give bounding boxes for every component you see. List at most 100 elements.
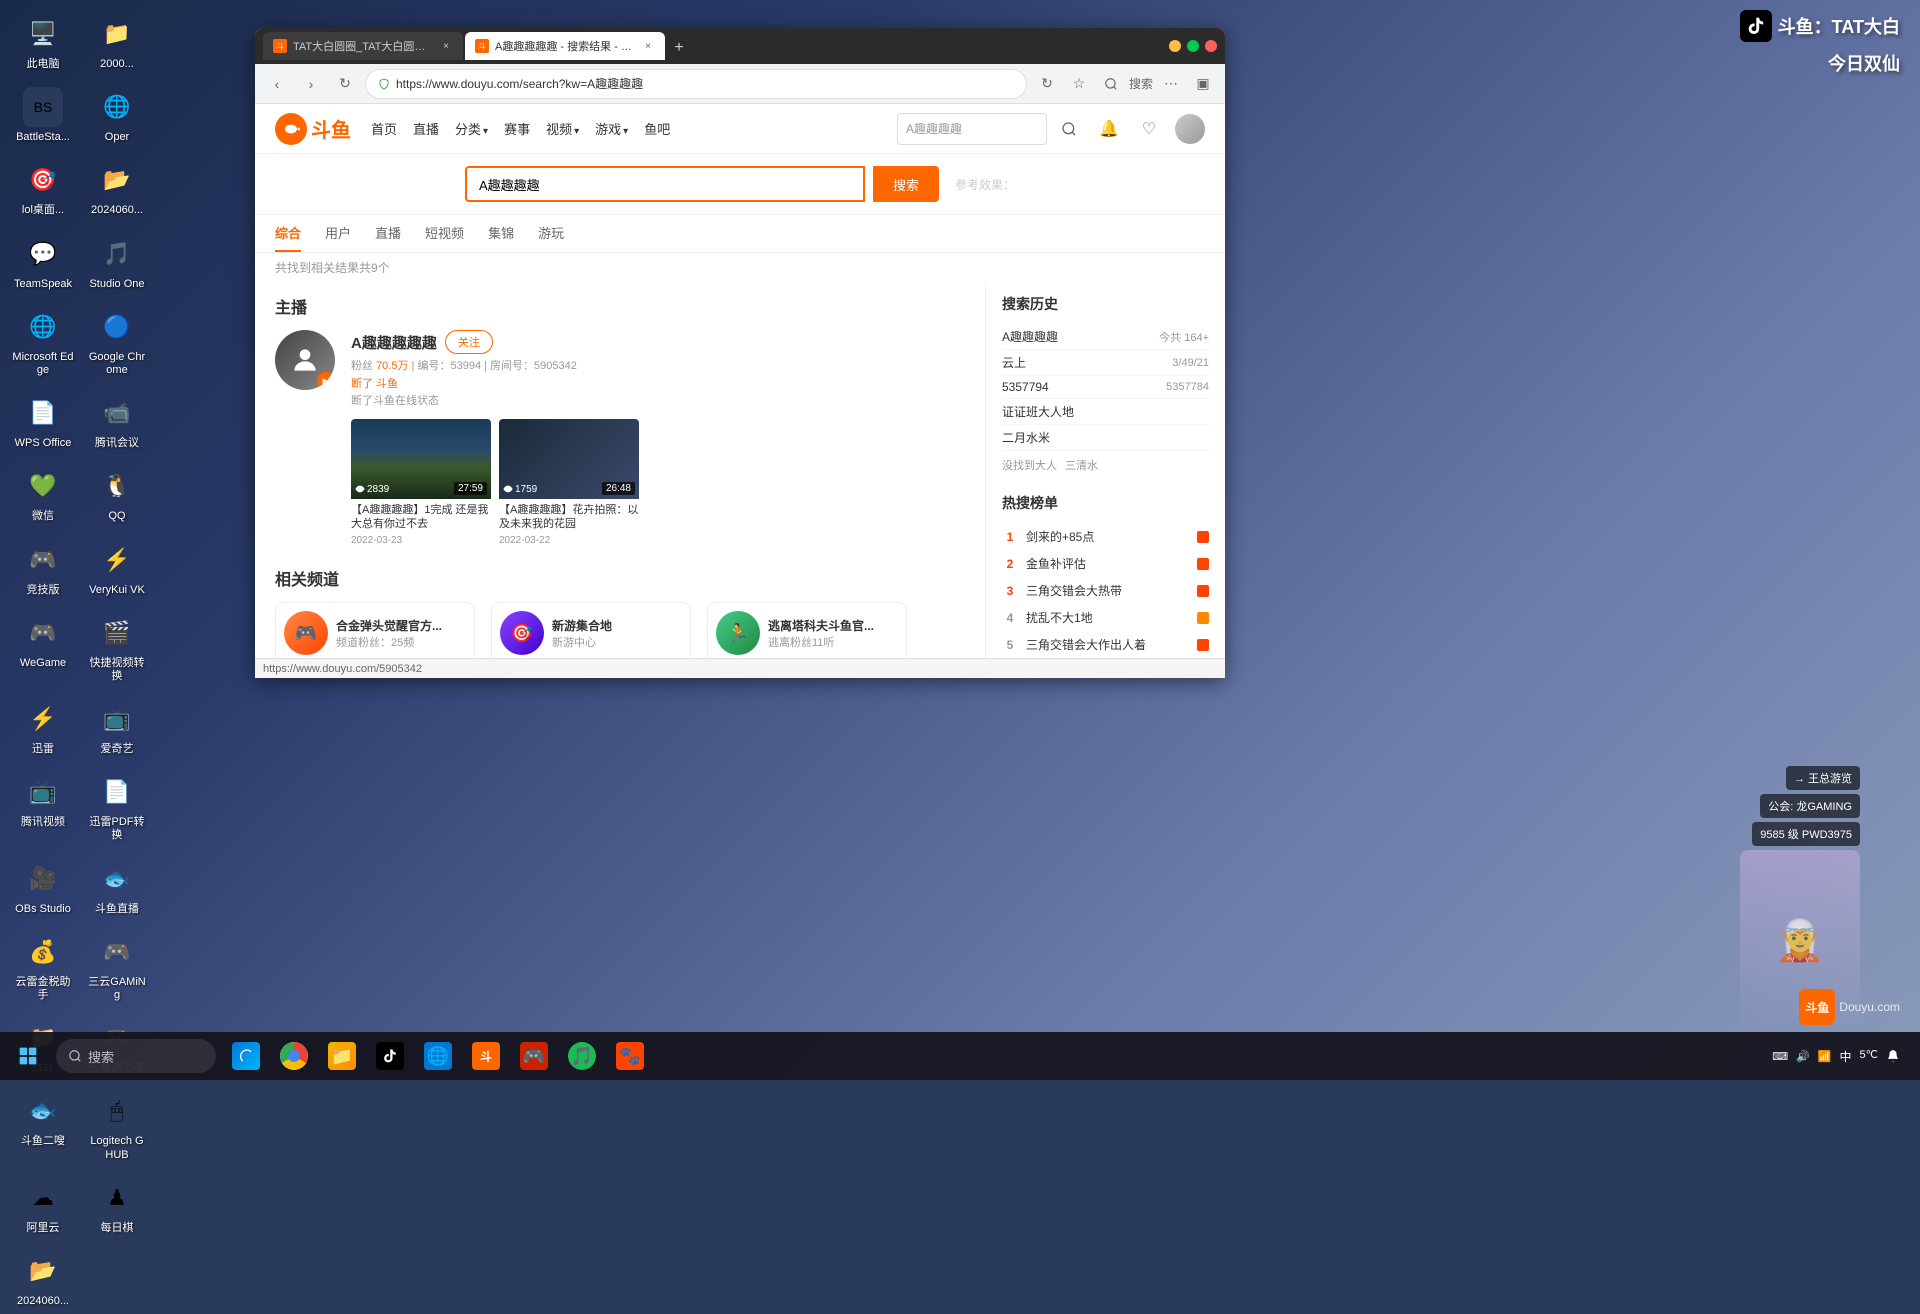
taskbar-app-orange1[interactable]: 斗 xyxy=(464,1034,508,1078)
tab-highlights[interactable]: 集锦 xyxy=(488,223,514,252)
rank-item-4[interactable]: 4 扰乱不大1地 xyxy=(1002,604,1209,631)
taskbar-search[interactable]: 搜索 xyxy=(56,1039,216,1073)
desktop-icon-folder2[interactable]: 📂 2024060... xyxy=(82,154,152,223)
toolbar-refresh-btn[interactable]: ↻ xyxy=(1033,70,1061,98)
desktop-icon-battlestate[interactable]: BS BattleSta... xyxy=(8,81,78,150)
nav-events[interactable]: 赛事 xyxy=(504,119,530,138)
taskbar-app-edge[interactable] xyxy=(224,1034,268,1078)
toolbar-menu-btn[interactable]: ⋯ xyxy=(1157,70,1185,98)
history-clear-partial[interactable]: 没找到大人 xyxy=(1002,457,1057,473)
taskbar-keyboard-icon[interactable]: ⌨ xyxy=(1772,1050,1788,1063)
close-button[interactable] xyxy=(1205,40,1217,52)
taskbar-network-icon[interactable]: 📶 xyxy=(1818,1050,1832,1063)
notification-icon[interactable]: 🔔 xyxy=(1095,115,1123,143)
streamer-name[interactable]: A趣趣趣趣趣 xyxy=(351,332,437,353)
rank-item-5[interactable]: 5 三角交错会大作出人着 xyxy=(1002,631,1209,658)
history-item-1[interactable]: A趣趣趣趣 今共 164+ xyxy=(1002,324,1209,350)
desktop-icon-tencent-meeting[interactable]: 📹 腾讯会议 xyxy=(82,387,152,456)
search-text[interactable]: 搜索 xyxy=(1129,75,1153,92)
tab2-close[interactable]: × xyxy=(641,39,655,53)
taskbar-app-tiktok[interactable] xyxy=(368,1034,412,1078)
taskbar-app-misc[interactable]: 🐾 xyxy=(608,1034,652,1078)
desktop-icon-opera[interactable]: 🌐 Oper xyxy=(82,81,152,150)
tab1-close[interactable]: × xyxy=(439,39,453,53)
new-tab-button[interactable]: + xyxy=(667,36,691,60)
history-item-2[interactable]: 云上 3/49/21 xyxy=(1002,350,1209,376)
taskbar-volume-icon[interactable]: 🔊 xyxy=(1796,1050,1810,1063)
history-clear-all[interactable]: 三清水 xyxy=(1065,457,1098,473)
taskbar-app-music[interactable]: 🎵 xyxy=(560,1034,604,1078)
desktop-icon-tax[interactable]: 💰 云雷金税助手 xyxy=(8,926,78,1008)
history-item-5[interactable]: 二月水米 xyxy=(1002,425,1209,451)
desktop-icon-aliyun[interactable]: ☁ 阿里云 xyxy=(8,1172,78,1241)
channel-card-3[interactable]: 🏃 逃离塔科夫斗鱼官... 逃离粉丝11听 xyxy=(707,602,907,658)
video-thumb-2[interactable]: 1759 26:48 【A趣趣趣趣】花卉拍照：以及未来我的花园 2022-03-… xyxy=(499,419,639,547)
desktop-icon-douyu-live[interactable]: 🐟 斗鱼直播 xyxy=(82,853,152,922)
maximize-button[interactable] xyxy=(1187,40,1199,52)
desktop-icon-lol[interactable]: 🎯 lol桌面... xyxy=(8,154,78,223)
nav-category[interactable]: 分类 xyxy=(455,119,488,138)
minimize-button[interactable] xyxy=(1169,40,1181,52)
desktop-icon-folder1[interactable]: 📁 2000... xyxy=(82,8,152,77)
follow-button[interactable]: 关注 xyxy=(445,330,493,354)
desktop-icon-game1[interactable]: 🎮 竞技版 xyxy=(8,534,78,603)
search-icon[interactable] xyxy=(1055,115,1083,143)
heart-icon[interactable]: ♡ xyxy=(1135,115,1163,143)
desktop-icon-gaming[interactable]: 🎮 三云GAMiNg xyxy=(82,926,152,1008)
toolbar-search-btn[interactable] xyxy=(1097,70,1125,98)
tab-comprehensive[interactable]: 综合 xyxy=(275,223,301,252)
desktop-icon-douyu2[interactable]: 🐟 斗鱼二嗖 xyxy=(8,1085,78,1167)
nav-games[interactable]: 游戏 xyxy=(595,119,628,138)
douyu-search-input[interactable] xyxy=(897,113,1047,145)
desktop-icon-computer[interactable]: 🖥️ 此电脑 xyxy=(8,8,78,77)
nav-video[interactable]: 视频 xyxy=(546,119,579,138)
channel-card-2[interactable]: 🎯 新游集合地 新游中心 xyxy=(491,602,691,658)
desktop-icon-chrome[interactable]: 🔵 Google Chrome xyxy=(82,301,152,383)
streamer-avatar[interactable]: ▶ xyxy=(275,330,335,390)
main-search-input[interactable] xyxy=(465,166,865,202)
rank-item-1[interactable]: 1 剑来的+85点 xyxy=(1002,523,1209,550)
desktop-icon-verykui[interactable]: ⚡ VeryKui VK xyxy=(82,534,152,603)
rank-item-3[interactable]: 3 三角交错会大热带 xyxy=(1002,577,1209,604)
desktop-icon-folder3[interactable]: 📂 2024060... xyxy=(8,1245,78,1314)
desktop-icon-edge[interactable]: 🌐 Microsoft Edge xyxy=(8,301,78,383)
taskbar-notification-btn[interactable] xyxy=(1886,1049,1900,1063)
taskbar-app-files[interactable]: 📁 xyxy=(320,1034,364,1078)
search-submit-button[interactable]: 搜索 xyxy=(873,166,939,202)
refresh-button[interactable]: ↻ xyxy=(331,70,359,98)
desktop-icon-daily-chess[interactable]: ♟ 每日棋 xyxy=(82,1172,152,1241)
desktop-icon-wegame[interactable]: 🎮 WeGame xyxy=(8,607,78,689)
start-button[interactable] xyxy=(8,1036,48,1076)
tab-short-video[interactable]: 短视频 xyxy=(425,223,464,252)
desktop-icon-video-convert[interactable]: 🎬 快捷视频转换 xyxy=(82,607,152,689)
nav-live[interactable]: 直播 xyxy=(413,119,439,138)
forward-button[interactable]: › xyxy=(297,70,325,98)
channel-card-1[interactable]: 🎮 合金弹头觉醒官方... 频道粉丝：25频 xyxy=(275,602,475,658)
nav-home[interactable]: 首页 xyxy=(371,119,397,138)
taskbar-ime-icon[interactable]: 中 xyxy=(1840,1048,1852,1065)
desktop-icon-tencent-video[interactable]: 📺 腾讯视频 xyxy=(8,766,78,848)
video-thumb-1[interactable]: 2839 27:59 【A趣趣趣趣】1完成 还是我大总有你过不去 2022-03… xyxy=(351,419,491,547)
history-item-3[interactable]: 5357794 5357784 xyxy=(1002,376,1209,399)
desktop-icon-xunlei[interactable]: ⚡ 迅雷 xyxy=(8,693,78,762)
toolbar-sidebar-btn[interactable]: ▣ xyxy=(1189,70,1217,98)
address-bar[interactable]: https://www.douyu.com/search?kw=A趣趣趣趣 xyxy=(365,69,1027,99)
tab-live[interactable]: 直播 xyxy=(375,223,401,252)
tab-users[interactable]: 用户 xyxy=(325,223,351,252)
desktop-icon-iqiyi[interactable]: 📺 爱奇艺 xyxy=(82,693,152,762)
user-avatar[interactable] xyxy=(1175,114,1205,144)
nav-fishbar[interactable]: 鱼吧 xyxy=(644,119,670,138)
back-button[interactable]: ‹ xyxy=(263,70,291,98)
taskbar-app-game[interactable]: 🎮 xyxy=(512,1034,556,1078)
rank-item-2[interactable]: 2 金鱼补评估 xyxy=(1002,550,1209,577)
desktop-icon-teamspeak[interactable]: 💬 TeamSpeak xyxy=(8,228,78,297)
taskbar-time[interactable]: 5℃ xyxy=(1860,1048,1878,1063)
desktop-icon-logitech[interactable]: 🖱 Logitech G HUB xyxy=(82,1085,152,1167)
history-item-4[interactable]: 证证班大人地 xyxy=(1002,399,1209,425)
desktop-icon-wechat[interactable]: 💚 微信 xyxy=(8,460,78,529)
desktop-icon-studio[interactable]: 🎵 Studio One xyxy=(82,228,152,297)
desktop-icon-obs[interactable]: 🎥 OBs Studio xyxy=(8,853,78,922)
douyu-logo[interactable]: 斗鱼 xyxy=(275,113,351,145)
taskbar-app-browser2[interactable]: 🌐 xyxy=(416,1034,460,1078)
desktop-icon-qq[interactable]: 🐧 QQ xyxy=(82,460,152,529)
